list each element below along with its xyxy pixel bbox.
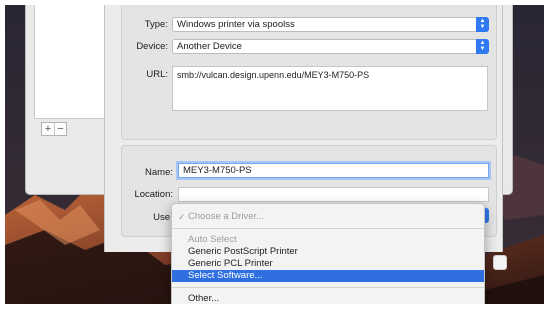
- generic-postscript-label: Generic PostScript Printer: [188, 246, 298, 257]
- remove-printer-button[interactable]: −: [54, 123, 66, 135]
- url-value: smb://vulcan.design.upenn.edu/MEY3-M750-…: [177, 70, 370, 80]
- background-window-edge: [493, 255, 507, 270]
- auto-select-label: Auto Select: [188, 234, 237, 245]
- url-field[interactable]: smb://vulcan.design.upenn.edu/MEY3-M750-…: [172, 66, 488, 111]
- menu-separator: [172, 228, 484, 229]
- location-field[interactable]: [178, 187, 489, 202]
- up-down-arrows-icon: ▲ ▼: [476, 39, 489, 54]
- add-remove-control: + −: [41, 122, 67, 136]
- menu-item-auto-select: Auto Select: [172, 234, 484, 246]
- up-down-arrows-icon: ▲ ▼: [476, 17, 489, 32]
- type-popup[interactable]: Windows printer via spoolss ▲ ▼: [172, 17, 489, 32]
- menu-item-generic-postscript[interactable]: Generic PostScript Printer: [172, 246, 484, 258]
- menu-separator: [172, 287, 484, 288]
- name-field[interactable]: MEY3-M750-PS: [178, 163, 489, 178]
- generic-pcl-label: Generic PCL Printer: [188, 258, 273, 269]
- type-value: Windows printer via spoolss: [177, 19, 295, 30]
- menu-item-generic-pcl[interactable]: Generic PCL Printer: [172, 258, 484, 270]
- choose-driver-label: Choose a Driver...: [188, 211, 265, 222]
- device-popup[interactable]: Another Device ▲ ▼: [172, 39, 489, 54]
- device-value: Another Device: [177, 41, 242, 52]
- other-label: Other...: [188, 293, 220, 304]
- name-value: MEY3-M750-PS: [183, 165, 252, 176]
- use-label: Use: [153, 212, 170, 223]
- add-printer-button[interactable]: +: [42, 123, 54, 135]
- name-label: Name:: [145, 167, 173, 178]
- device-label: Device:: [136, 41, 168, 52]
- type-label: Type:: [144, 19, 168, 30]
- location-label: Location:: [134, 189, 173, 200]
- select-software-label: Select Software...: [188, 270, 263, 281]
- menu-item-other[interactable]: Other...: [172, 293, 484, 304]
- url-label: URL:: [146, 69, 168, 80]
- driver-menu: ✓ Choose a Driver... Auto Select Generic…: [171, 203, 485, 304]
- menu-item-choose-driver: ✓ Choose a Driver...: [172, 211, 484, 223]
- menu-item-select-software[interactable]: Select Software...: [172, 270, 484, 282]
- checkmark-icon: ✓: [178, 212, 186, 222]
- screenshot-frame: + − Type: Windows printer via spoolss ▲ ▼…: [5, 5, 544, 304]
